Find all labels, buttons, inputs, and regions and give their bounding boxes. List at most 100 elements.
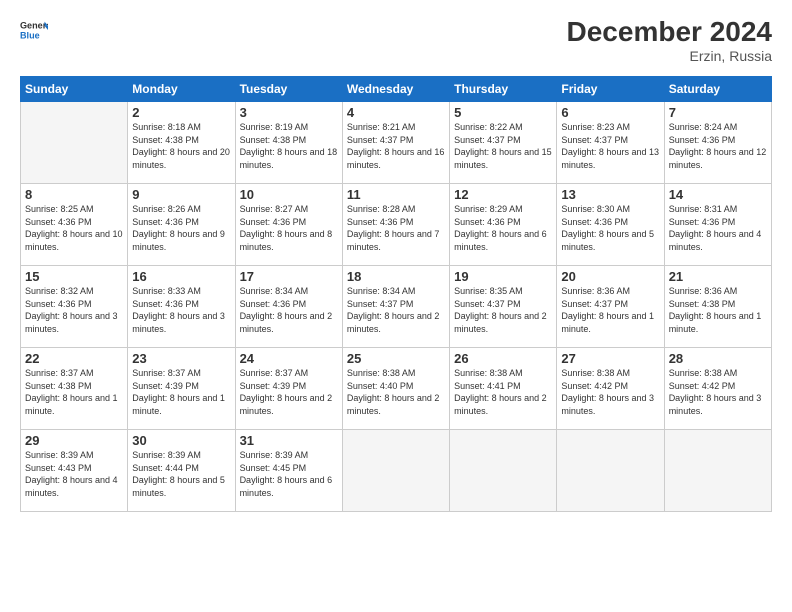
day-cell-19: 19 Sunrise: 8:35 AMSunset: 4:37 PMDayligh… xyxy=(450,266,557,348)
day-cell-17: 17Sunrise: 8:34 AMSunset: 4:36 PMDayligh… xyxy=(235,266,342,348)
day-number: 6 xyxy=(561,105,659,120)
day-number: 14 xyxy=(669,187,767,202)
day-number: 9 xyxy=(132,187,230,202)
logo: General Blue xyxy=(20,16,48,44)
day-info: Sunrise: 8:25 AMSunset: 4:36 PMDaylight:… xyxy=(25,204,123,252)
day-cell-26: 26 Sunrise: 8:38 AMSunset: 4:41 PMDayligh… xyxy=(450,348,557,430)
day-number: 26 xyxy=(454,351,552,366)
week-row-1: 2 Sunrise: 8:18 AMSunset: 4:38 PMDaylight… xyxy=(21,102,772,184)
day-number: 18 xyxy=(347,269,445,284)
day-info: Sunrise: 8:37 AMSunset: 4:39 PMDaylight:… xyxy=(132,368,225,416)
calendar-table: Sunday Monday Tuesday Wednesday Thursday… xyxy=(20,76,772,512)
day-number: 4 xyxy=(347,105,445,120)
day-number: 15 xyxy=(25,269,123,284)
col-sunday: Sunday xyxy=(21,77,128,102)
day-cell-2: 2 Sunrise: 8:18 AMSunset: 4:38 PMDaylight… xyxy=(128,102,235,184)
day-cell-31: 31 Sunrise: 8:39 AMSunset: 4:45 PMDayligh… xyxy=(235,430,342,512)
location: Erzin, Russia xyxy=(567,48,772,64)
day-cell-10: 10 Sunrise: 8:27 AMSunset: 4:36 PMDayligh… xyxy=(235,184,342,266)
col-friday: Friday xyxy=(557,77,664,102)
col-saturday: Saturday xyxy=(664,77,771,102)
day-number: 3 xyxy=(240,105,338,120)
day-info: Sunrise: 8:35 AMSunset: 4:37 PMDaylight:… xyxy=(454,286,547,334)
day-number: 30 xyxy=(132,433,230,448)
day-cell-11: 11Sunrise: 8:28 AMSunset: 4:36 PMDayligh… xyxy=(342,184,449,266)
day-info: Sunrise: 8:29 AMSunset: 4:36 PMDaylight:… xyxy=(454,204,547,252)
day-info: Sunrise: 8:38 AMSunset: 4:42 PMDaylight:… xyxy=(669,368,762,416)
day-info: Sunrise: 8:37 AMSunset: 4:38 PMDaylight:… xyxy=(25,368,118,416)
col-tuesday: Tuesday xyxy=(235,77,342,102)
day-number: 19 xyxy=(454,269,552,284)
day-info: Sunrise: 8:31 AMSunset: 4:36 PMDaylight:… xyxy=(669,204,762,252)
day-number: 28 xyxy=(669,351,767,366)
day-cell-20: 20 Sunrise: 8:36 AMSunset: 4:37 PMDayligh… xyxy=(557,266,664,348)
day-cell-27: 27Sunrise: 8:38 AMSunset: 4:42 PMDayligh… xyxy=(557,348,664,430)
day-cell-empty-4-3 xyxy=(342,430,449,512)
header-row: Sunday Monday Tuesday Wednesday Thursday… xyxy=(21,77,772,102)
day-number: 16 xyxy=(132,269,230,284)
svg-text:Blue: Blue xyxy=(20,30,40,40)
day-info: Sunrise: 8:33 AMSunset: 4:36 PMDaylight:… xyxy=(132,286,225,334)
logo-icon: General Blue xyxy=(20,16,48,44)
day-info: Sunrise: 8:38 AMSunset: 4:41 PMDaylight:… xyxy=(454,368,547,416)
day-number: 21 xyxy=(669,269,767,284)
day-number: 10 xyxy=(240,187,338,202)
day-cell-8: 8 Sunrise: 8:25 AMSunset: 4:36 PMDaylight… xyxy=(21,184,128,266)
day-cell-14: 14 Sunrise: 8:31 AMSunset: 4:36 PMDayligh… xyxy=(664,184,771,266)
day-cell-21: 21 Sunrise: 8:36 AMSunset: 4:38 PMDayligh… xyxy=(664,266,771,348)
day-cell-empty-4-5 xyxy=(557,430,664,512)
day-info: Sunrise: 8:22 AMSunset: 4:37 PMDaylight:… xyxy=(454,122,552,170)
day-cell-empty-4-4 xyxy=(450,430,557,512)
day-info: Sunrise: 8:36 AMSunset: 4:37 PMDaylight:… xyxy=(561,286,654,334)
day-number: 25 xyxy=(347,351,445,366)
day-cell-6: 6 Sunrise: 8:23 AMSunset: 4:37 PMDaylight… xyxy=(557,102,664,184)
day-info: Sunrise: 8:36 AMSunset: 4:38 PMDaylight:… xyxy=(669,286,762,334)
day-cell-23: 23 Sunrise: 8:37 AMSunset: 4:39 PMDayligh… xyxy=(128,348,235,430)
day-cell-24: 24Sunrise: 8:37 AMSunset: 4:39 PMDayligh… xyxy=(235,348,342,430)
day-cell-29: 29Sunrise: 8:39 AMSunset: 4:43 PMDayligh… xyxy=(21,430,128,512)
day-cell-4: 4 Sunrise: 8:21 AMSunset: 4:37 PMDaylight… xyxy=(342,102,449,184)
day-cell-13: 13 Sunrise: 8:30 AMSunset: 4:36 PMDayligh… xyxy=(557,184,664,266)
day-info: Sunrise: 8:27 AMSunset: 4:36 PMDaylight:… xyxy=(240,204,333,252)
day-cell-7: 7Sunrise: 8:24 AMSunset: 4:36 PMDaylight… xyxy=(664,102,771,184)
day-info: Sunrise: 8:34 AMSunset: 4:37 PMDaylight:… xyxy=(347,286,440,334)
day-cell-12: 12 Sunrise: 8:29 AMSunset: 4:36 PMDayligh… xyxy=(450,184,557,266)
day-info: Sunrise: 8:37 AMSunset: 4:39 PMDaylight:… xyxy=(240,368,333,416)
day-number: 12 xyxy=(454,187,552,202)
svg-text:General: General xyxy=(20,21,48,31)
day-cell-empty-0-0 xyxy=(21,102,128,184)
calendar-page: General Blue December 2024 Erzin, Russia… xyxy=(0,0,792,522)
day-number: 8 xyxy=(25,187,123,202)
day-number: 13 xyxy=(561,187,659,202)
day-info: Sunrise: 8:39 AMSunset: 4:45 PMDaylight:… xyxy=(240,450,333,498)
day-cell-16: 16 Sunrise: 8:33 AMSunset: 4:36 PMDayligh… xyxy=(128,266,235,348)
week-row-2: 8 Sunrise: 8:25 AMSunset: 4:36 PMDaylight… xyxy=(21,184,772,266)
day-number: 17 xyxy=(240,269,338,284)
day-info: Sunrise: 8:39 AMSunset: 4:44 PMDaylight:… xyxy=(132,450,225,498)
day-number: 20 xyxy=(561,269,659,284)
day-cell-9: 9Sunrise: 8:26 AMSunset: 4:36 PMDaylight… xyxy=(128,184,235,266)
day-number: 29 xyxy=(25,433,123,448)
day-cell-22: 22 Sunrise: 8:37 AMSunset: 4:38 PMDayligh… xyxy=(21,348,128,430)
month-title: December 2024 xyxy=(567,16,772,48)
col-thursday: Thursday xyxy=(450,77,557,102)
col-wednesday: Wednesday xyxy=(342,77,449,102)
day-info: Sunrise: 8:19 AMSunset: 4:38 PMDaylight:… xyxy=(240,122,338,170)
day-info: Sunrise: 8:32 AMSunset: 4:36 PMDaylight:… xyxy=(25,286,118,334)
day-cell-empty-4-6 xyxy=(664,430,771,512)
day-number: 11 xyxy=(347,187,445,202)
day-cell-5: 5Sunrise: 8:22 AMSunset: 4:37 PMDaylight… xyxy=(450,102,557,184)
week-row-3: 15 Sunrise: 8:32 AMSunset: 4:36 PMDayligh… xyxy=(21,266,772,348)
day-number: 7 xyxy=(669,105,767,120)
day-info: Sunrise: 8:18 AMSunset: 4:38 PMDaylight:… xyxy=(132,122,230,170)
day-info: Sunrise: 8:23 AMSunset: 4:37 PMDaylight:… xyxy=(561,122,659,170)
week-row-4: 22 Sunrise: 8:37 AMSunset: 4:38 PMDayligh… xyxy=(21,348,772,430)
day-number: 2 xyxy=(132,105,230,120)
day-number: 31 xyxy=(240,433,338,448)
day-info: Sunrise: 8:38 AMSunset: 4:40 PMDaylight:… xyxy=(347,368,440,416)
title-block: December 2024 Erzin, Russia xyxy=(567,16,772,64)
day-info: Sunrise: 8:30 AMSunset: 4:36 PMDaylight:… xyxy=(561,204,654,252)
day-info: Sunrise: 8:21 AMSunset: 4:37 PMDaylight:… xyxy=(347,122,445,170)
day-number: 22 xyxy=(25,351,123,366)
day-number: 23 xyxy=(132,351,230,366)
